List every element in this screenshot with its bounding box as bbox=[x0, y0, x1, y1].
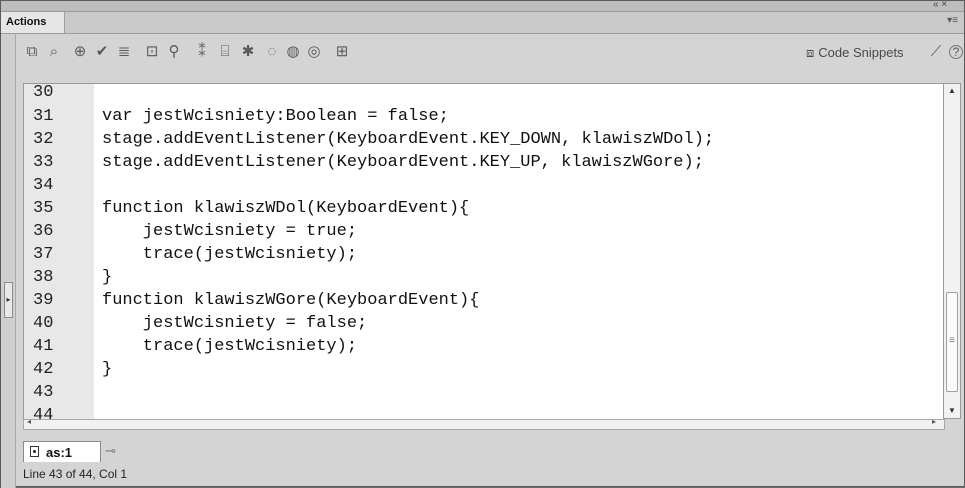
scroll-up-arrow-icon[interactable]: ▲ bbox=[944, 86, 960, 95]
scroll-left-arrow-icon[interactable]: ◂ bbox=[27, 417, 31, 426]
pin-script-icon[interactable]: ⊸ bbox=[105, 443, 116, 459]
script-file-icon bbox=[30, 446, 39, 457]
panel-menu-icon[interactable]: ▾≡ bbox=[947, 15, 958, 26]
line-number: 30 bbox=[33, 83, 54, 102]
code-line[interactable]: } bbox=[102, 268, 112, 287]
line-number: 41 bbox=[33, 337, 54, 356]
remove-comment-icon[interactable]: ◎ bbox=[305, 41, 323, 63]
tab-actions[interactable]: Actions bbox=[1, 12, 65, 33]
code-snippets-label: Code Snippets bbox=[818, 45, 904, 60]
line-number-gutter: 30 31 32 33 34 35 36 37 38 39 40 41 42 4… bbox=[24, 84, 94, 420]
code-line[interactable]: function klawiszWDol(KeyboardEvent){ bbox=[102, 199, 469, 218]
auto-format-icon[interactable]: ≣ bbox=[115, 41, 133, 63]
line-number: 34 bbox=[33, 176, 54, 195]
toolbox-toggle-handle[interactable]: ▸ bbox=[4, 282, 13, 318]
panel-collapse-close-controls[interactable]: « × bbox=[933, 0, 947, 10]
code-line[interactable]: trace(jestWcisniety); bbox=[102, 337, 357, 356]
left-toolbox-strip: ▸ bbox=[1, 34, 16, 488]
line-number: 31 bbox=[33, 107, 54, 126]
show-code-hint-icon[interactable]: ⊡ bbox=[143, 41, 161, 63]
code-snippets-button[interactable]: ⧈ Code Snippets bbox=[806, 43, 904, 63]
status-line: Line 43 of 44, Col 1 bbox=[23, 467, 128, 481]
check-syntax-icon[interactable]: ✔ bbox=[93, 41, 111, 63]
script-tab-label: as:1 bbox=[46, 445, 73, 460]
vertical-scrollbar[interactable]: ▲ ≡ ▼ bbox=[943, 83, 961, 419]
show-hide-toolbox-icon[interactable]: ⊞ bbox=[333, 41, 351, 63]
line-number: 35 bbox=[33, 199, 54, 218]
panel-top-bar: « × bbox=[1, 0, 964, 12]
script-tab-as1[interactable]: as:1 bbox=[23, 441, 101, 462]
scroll-grip-icon: ≡ bbox=[949, 335, 955, 346]
collapse-between-braces-icon[interactable]: ⁑ bbox=[193, 41, 211, 63]
help-icon[interactable]: ? bbox=[949, 45, 963, 59]
actions-toolbar: ⧉ ⌕ ⊕ ✔ ≣ ⊡ ⚲ ⁑ ⌸ ✱ ◌ ◍ ◎ ⊞ ⧈ Code Snippe… bbox=[23, 41, 963, 65]
code-line[interactable]: } bbox=[102, 360, 112, 379]
panel-tab-row: Actions ▾≡ bbox=[1, 12, 964, 34]
vertical-scroll-thumb[interactable]: ≡ bbox=[946, 292, 958, 392]
code-line[interactable]: stage.addEventListener(KeyboardEvent.KEY… bbox=[102, 153, 704, 172]
code-editor[interactable]: 30 31 32 33 34 35 36 37 38 39 40 41 42 4… bbox=[23, 83, 945, 421]
collapse-selection-icon[interactable]: ⌸ bbox=[216, 41, 234, 63]
line-number: 43 bbox=[33, 383, 54, 402]
script-assist-wand-icon[interactable]: ⟋ bbox=[927, 41, 945, 63]
line-number: 36 bbox=[33, 222, 54, 241]
add-new-item-icon[interactable]: ⧉ bbox=[23, 41, 41, 63]
scroll-down-arrow-icon[interactable]: ▼ bbox=[944, 406, 960, 415]
line-number: 39 bbox=[33, 291, 54, 310]
code-snippets-icon: ⧈ bbox=[806, 45, 815, 60]
insert-target-path-icon[interactable]: ⊕ bbox=[71, 41, 89, 63]
scroll-right-arrow-icon[interactable]: ▸ bbox=[932, 417, 936, 426]
code-line[interactable]: jestWcisniety = false; bbox=[102, 314, 367, 333]
horizontal-scrollbar[interactable]: ◂ ▸ bbox=[23, 417, 945, 430]
line-number: 40 bbox=[33, 314, 54, 333]
find-icon[interactable]: ⌕ bbox=[45, 41, 63, 63]
actions-panel: « × Actions ▾≡ ▸ ⧉ ⌕ ⊕ ✔ ≣ ⊡ ⚲ ⁑ ⌸ ✱ ◌ ◍… bbox=[0, 0, 965, 488]
line-number: 33 bbox=[33, 153, 54, 172]
code-line[interactable]: var jestWcisniety:Boolean = false; bbox=[102, 107, 449, 126]
line-number: 37 bbox=[33, 245, 54, 264]
code-line[interactable]: trace(jestWcisniety); bbox=[102, 245, 357, 264]
code-line[interactable]: jestWcisniety = true; bbox=[102, 222, 357, 241]
code-line[interactable]: function klawiszWGore(KeyboardEvent){ bbox=[102, 291, 479, 310]
expand-all-icon[interactable]: ✱ bbox=[239, 41, 257, 63]
apply-line-comment-icon[interactable]: ◍ bbox=[284, 41, 302, 63]
debug-options-icon[interactable]: ⚲ bbox=[165, 41, 183, 63]
apply-block-comment-icon[interactable]: ◌ bbox=[263, 41, 281, 63]
line-number: 42 bbox=[33, 360, 54, 379]
line-number: 38 bbox=[33, 268, 54, 287]
line-number: 32 bbox=[33, 130, 54, 149]
code-line[interactable]: stage.addEventListener(KeyboardEvent.KEY… bbox=[102, 130, 714, 149]
